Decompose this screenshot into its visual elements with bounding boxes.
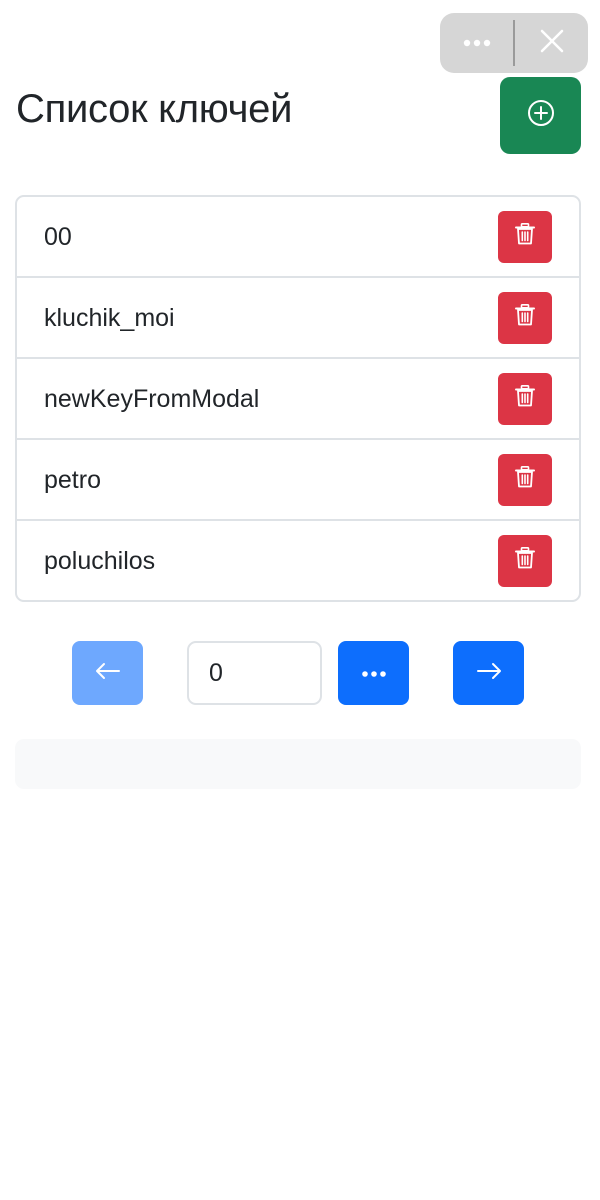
add-key-button[interactable] (500, 77, 581, 154)
key-name: petro (44, 465, 101, 494)
more-horizontal-icon (463, 34, 491, 52)
trash-icon (515, 223, 535, 250)
key-list-item[interactable]: newKeyFromModal (17, 357, 579, 438)
arrow-left-icon (95, 662, 121, 685)
more-horizontal-icon (361, 664, 386, 682)
key-name: 00 (44, 222, 72, 251)
close-icon (540, 29, 564, 58)
trash-icon (515, 385, 535, 412)
delete-key-button[interactable] (498, 210, 552, 263)
delete-key-button[interactable] (498, 453, 552, 506)
key-list: 00 kluchik_moi newKeyFromModal petro pol… (15, 195, 581, 602)
trash-icon (515, 547, 535, 574)
page-title: Список ключей (16, 87, 293, 131)
trash-icon (515, 466, 535, 493)
delete-key-button[interactable] (498, 534, 552, 587)
capsule-menu-button[interactable] (440, 13, 513, 73)
key-name: kluchik_moi (44, 303, 175, 332)
page-number-input[interactable] (187, 641, 322, 705)
more-pages-button[interactable] (338, 641, 409, 705)
key-name: newKeyFromModal (44, 384, 260, 413)
window-capsule (440, 13, 588, 73)
delete-key-button[interactable] (498, 372, 552, 425)
trash-icon (515, 304, 535, 331)
page: Список ключей 00 kluchik_moi newKeyFromM… (0, 0, 600, 1200)
delete-key-button[interactable] (498, 291, 552, 344)
status-panel (15, 739, 581, 789)
key-name: poluchilos (44, 546, 156, 575)
arrow-right-icon (476, 662, 502, 685)
key-list-item[interactable]: poluchilos (17, 519, 579, 600)
plus-circle-icon (527, 99, 555, 132)
capsule-close-button[interactable] (515, 13, 588, 73)
key-list-item[interactable]: petro (17, 438, 579, 519)
key-list-item[interactable]: 00 (17, 197, 579, 276)
next-page-button[interactable] (453, 641, 524, 705)
prev-page-button[interactable] (72, 641, 143, 705)
key-list-item[interactable]: kluchik_moi (17, 276, 579, 357)
